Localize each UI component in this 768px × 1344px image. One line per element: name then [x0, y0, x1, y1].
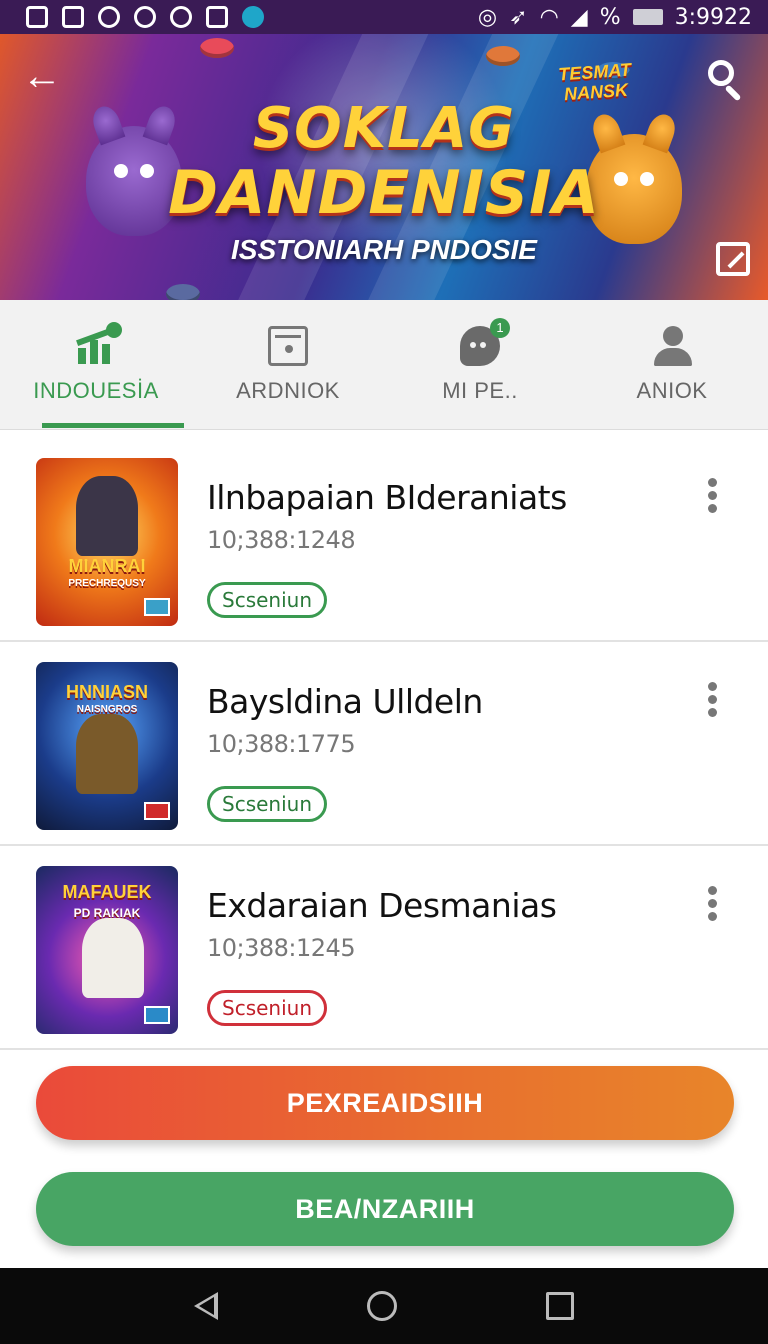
tab-label: ANIOK: [636, 378, 708, 403]
wizard-figure: [82, 918, 144, 998]
list-item[interactable]: MIANRAI PRECHREQUSY Ilnbapaian BIderania…: [0, 438, 768, 642]
app-notification-icon: [134, 6, 156, 28]
back-button[interactable]: ←: [22, 56, 66, 100]
signal-icon: ◢: [570, 4, 588, 30]
item-meta: 10;388:1245: [207, 934, 356, 962]
game-thumbnail: MAFAUEK PD RAKIAK: [36, 866, 178, 1034]
tab-label: MI PE..: [442, 378, 518, 403]
guitarist-figure: [76, 714, 138, 794]
warrior-figure: [76, 476, 138, 556]
thumbnail-subtitle: PRECHREQUSY: [68, 578, 146, 589]
status-badge: Scseniun: [207, 990, 327, 1026]
search-button[interactable]: [704, 56, 748, 102]
nav-back-icon[interactable]: [194, 1292, 219, 1320]
status-badge: Scseniun: [207, 582, 327, 618]
system-navigation-bar: [0, 1268, 768, 1344]
person-icon: [652, 326, 692, 366]
list-item[interactable]: HNNIASN NAISNGROS Baysldina Ulldeln 10;3…: [0, 642, 768, 846]
location-icon: ➶: [509, 4, 528, 30]
item-title: Baysldina Ulldeln: [207, 682, 483, 721]
battery-icon: [632, 9, 663, 25]
thumbnail-tag: [144, 1006, 170, 1024]
edit-button[interactable]: [716, 242, 750, 276]
notification-badge: 1: [490, 318, 510, 338]
active-tab-indicator: [42, 423, 184, 428]
message-notification-icon: [62, 6, 84, 28]
game-thumbnail: HNNIASN NAISNGROS: [36, 662, 178, 830]
item-title: Ilnbapaian BIderaniats: [207, 478, 567, 517]
tab-aniok[interactable]: ANIOK: [576, 300, 768, 430]
home-chart-icon: [76, 322, 122, 366]
chip-decoration: [200, 38, 234, 58]
tab-ardniok[interactable]: ARDNIOK: [192, 300, 384, 430]
search-icon: [708, 60, 734, 86]
tab-indouesia[interactable]: INDOUESİA: [0, 300, 192, 430]
game-thumbnail: MIANRAI PRECHREQUSY: [36, 458, 178, 626]
status-notification-icons: [26, 6, 264, 28]
teal-app-notification-icon: [242, 6, 264, 28]
item-meta: 10;388:1775: [207, 730, 356, 758]
tab-label: ARDNIOK: [236, 378, 340, 403]
thumbnail-title: HNNIASN: [65, 682, 148, 702]
gallery-notification-icon: [26, 6, 48, 28]
item-title: Exdaraian Desmanias: [207, 886, 557, 925]
thumbnail-title: MIANRAI: [68, 556, 146, 576]
chip-decoration: [486, 46, 520, 66]
grid-notification-icon: [206, 6, 228, 28]
list-item[interactable]: MAFAUEK PD RAKIAK Exdaraian Desmanias 10…: [0, 846, 768, 1050]
tab-mi-pe[interactable]: 1 MI PE..: [384, 300, 576, 430]
primary-action-button[interactable]: PEXREAIDSIIH: [36, 1066, 734, 1140]
secondary-action-button[interactable]: BEA/NZARIIH: [36, 1172, 734, 1246]
thumbnail-tag: [144, 802, 170, 820]
game-list: MIANRAI PRECHREQUSY Ilnbapaian BIderania…: [0, 438, 768, 1050]
camera-notification-icon: [170, 6, 192, 28]
more-options-button[interactable]: [702, 682, 722, 722]
hero-banner: TESMAT NANSK SOKLAG DANDENISIA ISSTONIAR…: [0, 34, 768, 300]
nav-recent-apps-icon[interactable]: [545, 1292, 574, 1320]
banner-title-line-1: SOKLAG: [252, 96, 516, 161]
more-options-button[interactable]: [702, 886, 722, 926]
item-meta: 10;388:1248: [207, 526, 356, 554]
banner-subtitle: ISSTONIARH PNDOSIE: [231, 234, 537, 265]
arrow-left-icon: ←: [22, 54, 62, 98]
chip-decoration: [166, 284, 200, 300]
more-options-button[interactable]: [702, 478, 722, 518]
chat-bubble-icon: 1: [460, 318, 510, 366]
clock: 3:9922: [674, 4, 752, 30]
nav-home-icon[interactable]: [366, 1291, 397, 1321]
status-badge: Scseniun: [207, 786, 327, 822]
eye-comfort-icon: ◎: [477, 4, 498, 30]
battery-percent: %: [599, 4, 621, 30]
sync-notification-icon: [98, 6, 120, 28]
thumbnail-tag: [144, 598, 170, 616]
game-card-icon: [268, 326, 308, 366]
tab-label: INDOUESİA: [33, 378, 159, 403]
wifi-icon: ◠: [539, 4, 559, 30]
banner-title-line-2: DANDENISIA: [168, 158, 600, 228]
thumbnail-title: MAFAUEK: [62, 882, 152, 902]
status-system-icons: ◎ ➶ ◠ ◢ % 3:9922: [478, 5, 752, 30]
status-bar: ◎ ➶ ◠ ◢ % 3:9922: [0, 0, 768, 34]
tab-bar: INDOUESİA ARDNIOK 1 MI PE.. ANIOK: [0, 300, 768, 430]
